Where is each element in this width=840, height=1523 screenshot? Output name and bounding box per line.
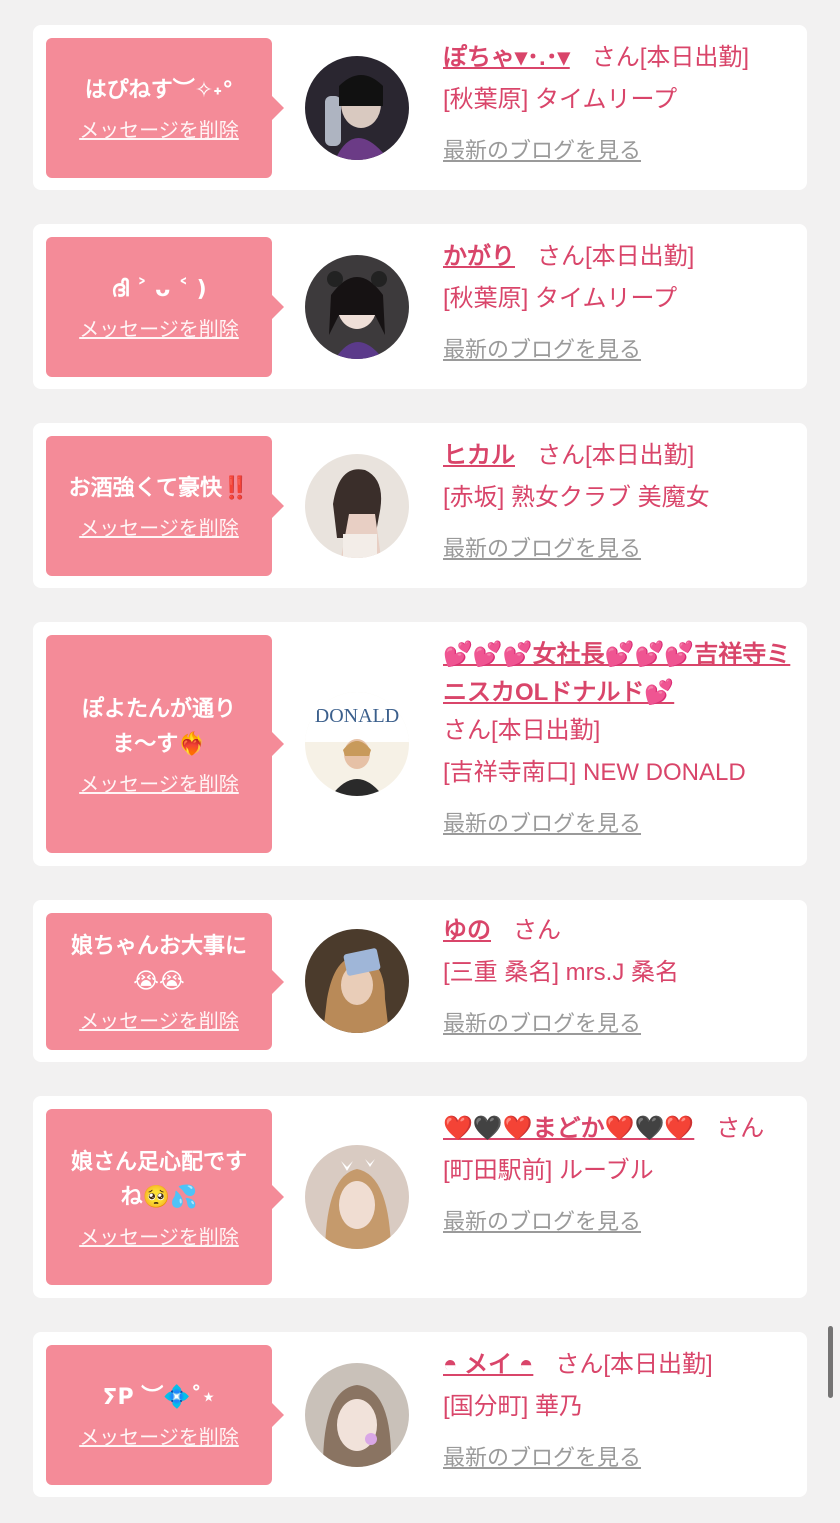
cast-name-link[interactable]: ゆの — [443, 917, 491, 944]
avatar[interactable] — [305, 255, 409, 359]
avatar[interactable] — [305, 1363, 409, 1467]
message-text: はぴねす︶✧˖° — [84, 78, 234, 103]
shop-label: [秋葉原] タイムリープ — [443, 86, 678, 113]
cast-status: さん[本日出勤] — [555, 1351, 713, 1378]
shop-label: [赤坂] 熟女クラブ 美魔女 — [443, 484, 710, 511]
message-card: お酒強くて豪快‼️ メッセージを削除 ヒカル さん[本日出勤] [赤坂] 熟女クラ… — [33, 423, 807, 588]
message-text: ദി ˃ ᴗ ˂ ) — [111, 277, 207, 302]
message-bubble: ⵢP ︶💠˚⋆ メッセージを削除 — [46, 1345, 284, 1485]
cast-name-link[interactable]: ヒカル — [443, 442, 515, 469]
cast-info: ゆの さん [三重 桑名] mrs.J 桑名 最新のブログを見る — [443, 912, 799, 1038]
delete-message-link[interactable]: メッセージを削除 — [79, 1421, 239, 1450]
message-bubble: ぽよたんが通り ま〜す❤️‍🔥 メッセージを削除 — [46, 635, 284, 853]
message-text: お酒強くて豪快‼️ — [68, 476, 250, 501]
message-card: 娘さん足心配です ね🥺💦 メッセージを削除 ❤️🖤❤️まどか❤️🖤❤️ さん [町… — [33, 1096, 807, 1298]
message-bubble: 娘ちゃんお大事に 😭😭 メッセージを削除 — [46, 913, 284, 1050]
message-card: ദി ˃ ᴗ ˂ ) メッセージを削除 かがり さん[本日出勤] [秋葉原] タイ… — [33, 224, 807, 389]
shop-label: [秋葉原] タイムリープ — [443, 285, 678, 312]
cast-status: さん[本日出勤] — [537, 442, 695, 469]
message-card: ぽよたんが通り ま〜す❤️‍🔥 メッセージを削除 DONALD 💕💕💕女社長💕💕… — [33, 622, 807, 866]
avatar[interactable] — [305, 56, 409, 160]
blog-link[interactable]: 最新のブログを見る — [443, 1440, 641, 1472]
delete-message-link[interactable]: メッセージを削除 — [79, 114, 239, 143]
cast-status: さん — [513, 917, 561, 944]
cast-status: さん — [716, 1115, 765, 1142]
cast-name-link[interactable]: ❤️🖤❤️まどか❤️🖤❤️ — [443, 1115, 694, 1142]
delete-message-link[interactable]: メッセージを削除 — [79, 512, 239, 541]
shop-label: [国分町] 華乃 — [443, 1393, 584, 1420]
cast-info: かがり さん[本日出勤] [秋葉原] タイムリープ 最新のブログを見る — [443, 238, 799, 364]
cast-status: さん[本日出勤] — [443, 717, 601, 744]
message-card: ⵢP ︶💠˚⋆ メッセージを削除 ◓ メイ ◓ さん[本日出勤] [国分町] 華乃… — [33, 1332, 807, 1497]
cast-name-link[interactable]: 💕💕💕女社長💕💕💕吉祥寺ミニスカOLドナルド💕 — [443, 641, 790, 706]
message-bubble: 娘さん足心配です ね🥺💦 メッセージを削除 — [46, 1109, 284, 1285]
message-bubble: お酒強くて豪快‼️ メッセージを削除 — [46, 436, 284, 576]
shop-label: [吉祥寺南口] NEW DONALD — [443, 759, 746, 786]
cast-info: ◓ メイ ◓ さん[本日出勤] [国分町] 華乃 最新のブログを見る — [443, 1346, 799, 1472]
delete-message-link[interactable]: メッセージを削除 — [79, 768, 239, 797]
cast-info: ぽちゃ▾･.･▾ さん[本日出勤] [秋葉原] タイムリープ 最新のブログを見る — [443, 39, 799, 165]
delete-message-link[interactable]: メッセージを削除 — [79, 313, 239, 342]
blog-link[interactable]: 最新のブログを見る — [443, 806, 641, 838]
message-bubble: ദി ˃ ᴗ ˂ ) メッセージを削除 — [46, 237, 284, 377]
message-text: 娘さん足心配です ね🥺💦 — [70, 1149, 247, 1210]
cast-status: さん[本日出勤] — [591, 44, 750, 71]
cast-status: さん[本日出勤] — [537, 243, 695, 270]
cast-info: ❤️🖤❤️まどか❤️🖤❤️ さん [町田駅前] ルーブル 最新のブログを見る — [443, 1110, 799, 1236]
shop-label: [三重 桑名] mrs.J 桑名 — [443, 959, 679, 986]
svg-text:DONALD: DONALD — [315, 705, 399, 727]
delete-message-link[interactable]: メッセージを削除 — [79, 1221, 239, 1250]
scrollbar[interactable] — [828, 1326, 833, 1398]
blog-link[interactable]: 最新のブログを見る — [443, 1204, 641, 1236]
cast-name-link[interactable]: ぽちゃ▾･.･▾ — [443, 44, 570, 71]
avatar[interactable] — [305, 929, 409, 1033]
message-bubble: はぴねす︶✧˖° メッセージを削除 — [46, 38, 284, 178]
shop-label: [町田駅前] ルーブル — [443, 1157, 654, 1184]
cast-name-link[interactable]: ◓ メイ ◓ — [443, 1351, 533, 1378]
cast-info: ヒカル さん[本日出勤] [赤坂] 熟女クラブ 美魔女 最新のブログを見る — [443, 437, 799, 563]
blog-link[interactable]: 最新のブログを見る — [443, 531, 641, 563]
avatar[interactable] — [305, 1145, 409, 1249]
blog-link[interactable]: 最新のブログを見る — [443, 1006, 641, 1038]
cast-name-link[interactable]: かがり — [443, 243, 515, 270]
message-card: 娘ちゃんお大事に 😭😭 メッセージを削除 ゆの さん [三重 桑名] mrs.J … — [33, 900, 807, 1062]
blog-link[interactable]: 最新のブログを見る — [443, 332, 641, 364]
cast-info: 💕💕💕女社長💕💕💕吉祥寺ミニスカOLドナルド💕 さん[本日出勤] [吉祥寺南口]… — [443, 636, 799, 838]
blog-link[interactable]: 最新のブログを見る — [443, 133, 641, 165]
message-text: ⵢP ︶💠˚⋆ — [102, 1385, 216, 1410]
message-text: 娘ちゃんお大事に 😭😭 — [70, 934, 247, 994]
avatar[interactable] — [305, 454, 409, 558]
message-card: はぴねす︶✧˖° メッセージを削除 ぽちゃ▾･.･▾ さん[本日出勤] [秋葉原]… — [33, 25, 807, 190]
avatar[interactable]: DONALD — [305, 692, 409, 796]
message-text: ぽよたんが通り ま〜す❤️‍🔥 — [81, 696, 236, 757]
delete-message-link[interactable]: メッセージを削除 — [79, 1005, 239, 1034]
